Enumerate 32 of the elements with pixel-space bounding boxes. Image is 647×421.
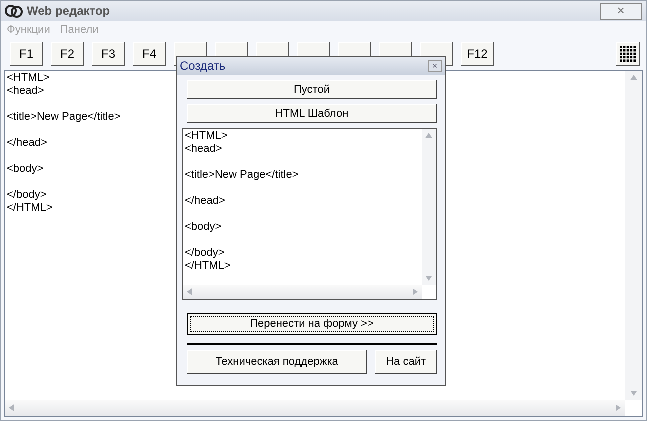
function-key-button[interactable]: F3 — [92, 42, 125, 66]
function-key-button[interactable]: F1 — [10, 42, 43, 66]
scroll-down-icon — [425, 276, 433, 281]
scroll-left-icon — [9, 404, 14, 412]
dialog-title: Создать — [180, 59, 226, 73]
vertical-scrollbar[interactable] — [625, 71, 642, 400]
scroll-right-icon — [616, 404, 621, 412]
template-button[interactable]: HTML Шаблон — [187, 104, 437, 123]
transfer-button[interactable]: Перенести на форму >> — [187, 313, 437, 335]
scroll-up-icon — [425, 133, 433, 138]
function-key-button[interactable]: F4 — [133, 42, 166, 66]
link-button[interactable]: На сайт — [375, 350, 437, 374]
vertical-scrollbar[interactable] — [422, 129, 436, 285]
grid-icon — [620, 46, 636, 62]
horizontal-scrollbar[interactable] — [183, 285, 422, 299]
app-logo-icon — [5, 3, 23, 19]
close-button[interactable]: × — [428, 60, 442, 72]
window-title: Web редактор — [27, 4, 110, 18]
scroll-up-icon — [630, 75, 638, 80]
horizontal-scrollbar[interactable] — [5, 400, 625, 416]
code-text: <HTML> <head> <title>New Page</title> </head> <body> </body> </HTML> — [6, 71, 122, 216]
grid-button[interactable] — [616, 42, 640, 66]
scroll-right-icon — [413, 288, 418, 296]
template-button[interactable]: Пустой — [187, 80, 437, 99]
function-key-button[interactable]: F2 — [51, 42, 84, 66]
preview-text: <HTML> <head> <title>New Page</title> </head> <body> </body> </HTML> — [184, 129, 300, 274]
preview-editor[interactable]: <HTML> <head> <title>New Page</title> </head> <body> </body> </HTML> — [182, 128, 437, 300]
scroll-down-icon — [630, 391, 638, 396]
function-key-button[interactable]: F12 — [461, 42, 494, 66]
scroll-left-icon — [187, 288, 192, 296]
close-button[interactable]: × — [600, 2, 642, 20]
link-button[interactable]: Техническая поддержка — [187, 350, 368, 374]
